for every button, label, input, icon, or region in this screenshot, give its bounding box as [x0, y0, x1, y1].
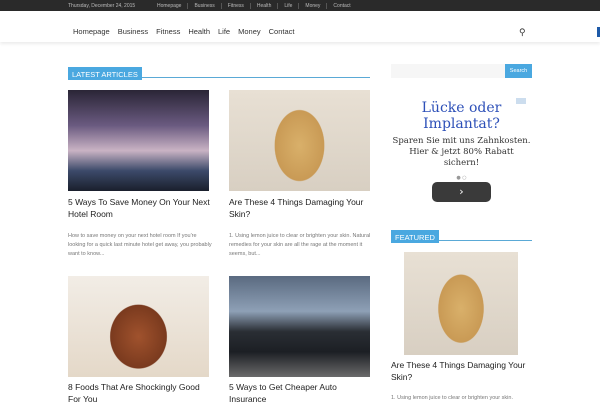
top-bar: Thursday, December 24, 2015 Homepage Bus…: [0, 0, 600, 11]
nav-homepage[interactable]: Homepage: [73, 27, 110, 36]
featured-title[interactable]: Are These 4 Things Damaging Your Skin?: [391, 359, 536, 383]
article-title[interactable]: 5 Ways To Save Money On Your Next Hotel …: [68, 196, 213, 220]
article-excerpt: 1. Using lemon juice to clear or brighte…: [229, 233, 371, 257]
ad-pagination-dots[interactable]: ● ○: [391, 175, 532, 181]
nav-life[interactable]: Life: [218, 27, 230, 36]
heading-label: FEATURED: [391, 230, 439, 243]
ad-next-button[interactable]: ›: [432, 182, 491, 202]
article-title[interactable]: 5 Ways to Get Cheaper Auto Insurance: [229, 381, 374, 405]
face-mask-image[interactable]: [229, 90, 370, 191]
nav-health[interactable]: Health: [188, 27, 210, 36]
top-link-fitness[interactable]: Fitness: [222, 3, 251, 9]
ad-choices-icon[interactable]: [516, 98, 526, 104]
search-input[interactable]: [391, 64, 505, 78]
main-nav: Homepage Business Fitness Health Life Mo…: [0, 11, 600, 42]
article-excerpt: How to save money on your next hotel roo…: [68, 233, 212, 257]
nav-contact[interactable]: Contact: [269, 27, 295, 36]
ad-body: Sparen Sie mit uns Zahnkosten. Hier & je…: [392, 136, 531, 168]
top-link-contact[interactable]: Contact: [327, 3, 356, 9]
article-title[interactable]: 8 Foods That Are Shockingly Good For You: [68, 381, 213, 405]
pancakes-image[interactable]: [68, 276, 209, 377]
top-link-money[interactable]: Money: [299, 3, 328, 9]
top-link-health[interactable]: Health: [251, 3, 279, 9]
featured-excerpt: 1. Using lemon juice to clear or brighte…: [391, 395, 513, 401]
featured-heading: FEATURED: [391, 227, 532, 243]
featured-image[interactable]: [404, 252, 518, 355]
article-title[interactable]: Are These 4 Things Damaging Your Skin?: [229, 196, 374, 220]
heading-label: LATEST ARTICLES: [68, 67, 142, 80]
advertisement[interactable]: Lücke oder Implantat? Sparen Sie mit uns…: [391, 95, 532, 205]
ad-headline: Lücke oder Implantat?: [421, 100, 502, 132]
nav-money[interactable]: Money: [238, 27, 261, 36]
search-icon[interactable]: ⚲: [519, 27, 526, 38]
top-link-life[interactable]: Life: [278, 3, 300, 9]
nav-business[interactable]: Business: [118, 27, 148, 36]
top-links: Homepage Business Fitness Health Life Mo…: [157, 3, 357, 9]
search-button[interactable]: Search: [505, 64, 532, 78]
top-link-business[interactable]: Business: [188, 3, 222, 9]
top-link-homepage[interactable]: Homepage: [157, 3, 189, 9]
nav-fitness[interactable]: Fitness: [156, 27, 180, 36]
hotel-room-image[interactable]: [68, 90, 209, 191]
latest-articles-heading: LATEST ARTICLES: [68, 64, 370, 80]
car-image[interactable]: [229, 276, 370, 377]
current-date: Thursday, December 24, 2015: [68, 3, 136, 9]
